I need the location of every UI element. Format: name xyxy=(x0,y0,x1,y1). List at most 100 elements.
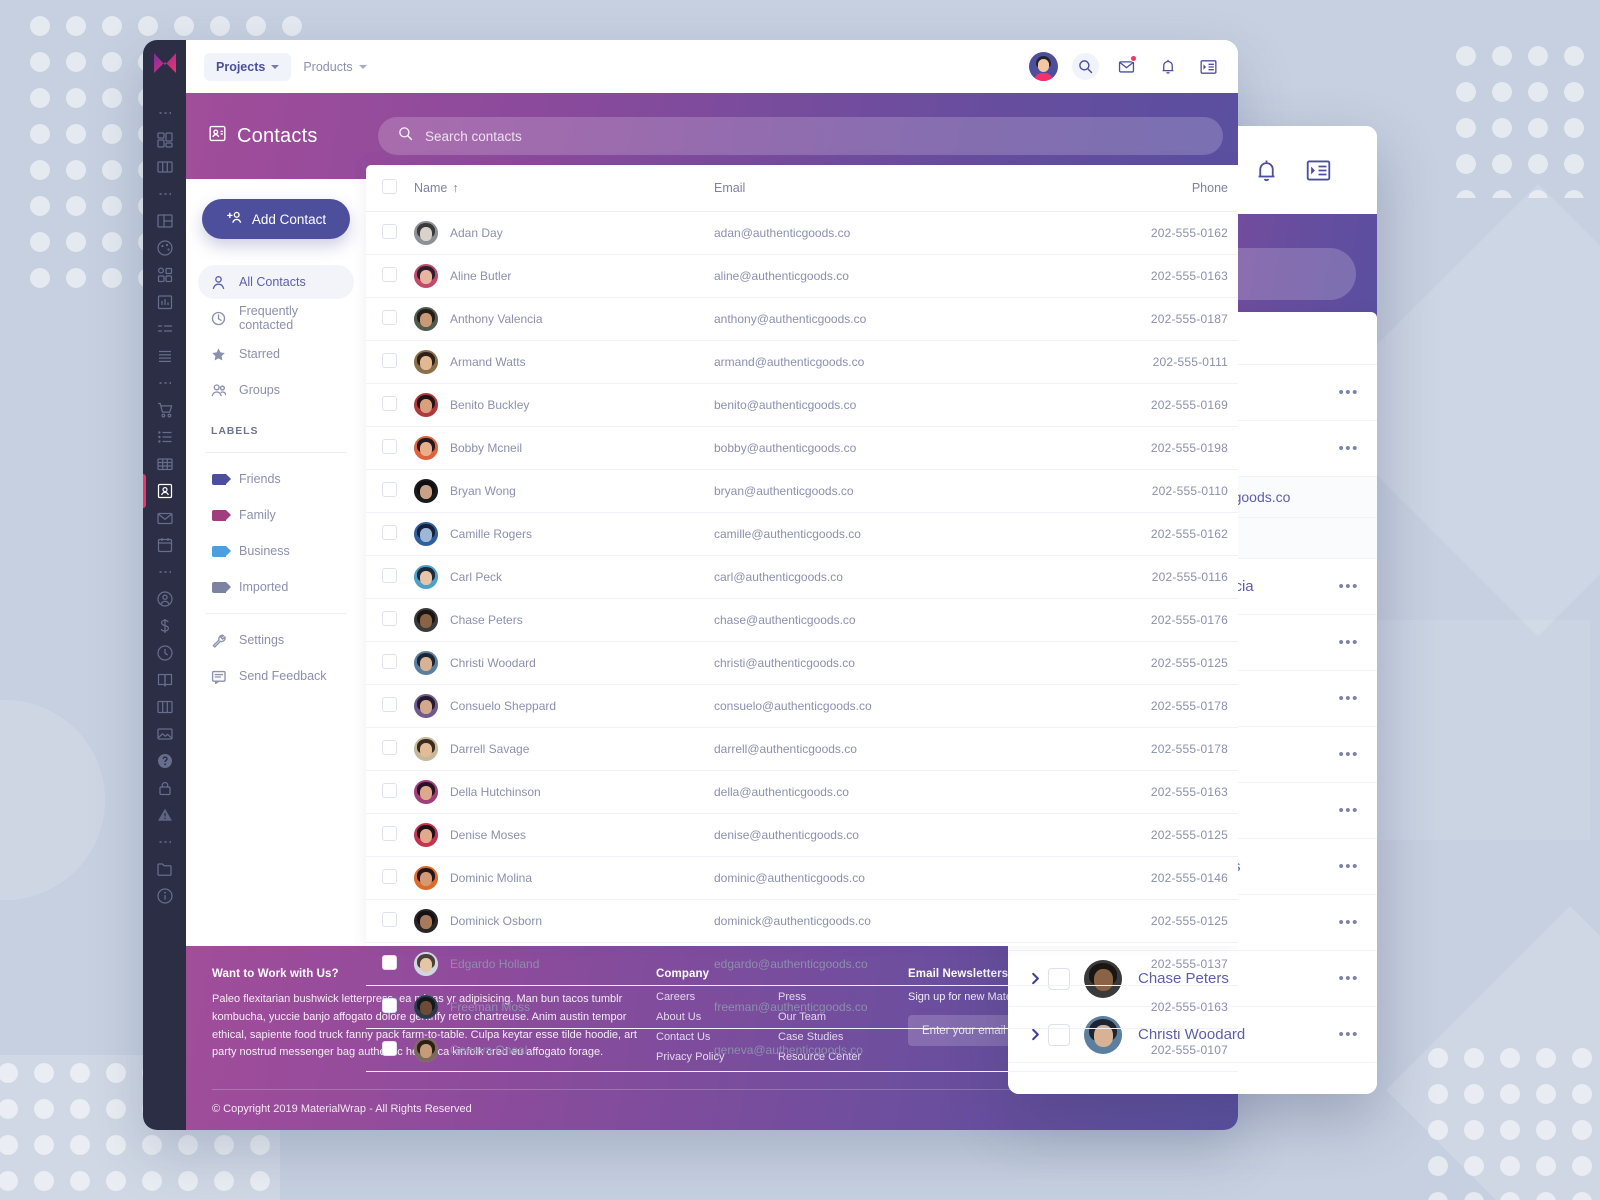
row-overflow-menu-icon[interactable]: ••• xyxy=(1338,858,1359,875)
row-checkbox[interactable] xyxy=(382,826,397,841)
table-row[interactable]: Darrell Savage darrell@authenticgoods.co 2… xyxy=(366,727,1238,771)
lock-icon[interactable] xyxy=(155,778,175,798)
search-contacts-input[interactable]: Search contacts xyxy=(378,117,1223,155)
form-icon[interactable] xyxy=(155,319,175,339)
chart-icon[interactable] xyxy=(155,292,175,312)
row-checkbox[interactable] xyxy=(382,611,397,626)
row-overflow-menu-icon[interactable]: ••• xyxy=(1338,578,1359,595)
table-row[interactable]: Bryan Wong bryan@authenticgoods.co 202-555… xyxy=(366,469,1238,513)
mail-icon[interactable] xyxy=(1113,53,1140,80)
table-row[interactable]: Armand Watts armand@authenticgoods.co 202-… xyxy=(366,340,1238,384)
list-icon[interactable] xyxy=(155,346,175,366)
sidebar-item-groups[interactable]: Groups xyxy=(198,373,354,407)
column-header-email[interactable]: Email xyxy=(714,165,972,212)
panel-collapse-icon[interactable] xyxy=(1303,155,1333,185)
nav-products[interactable]: Products xyxy=(291,53,378,81)
table-row[interactable]: Consuelo Sheppard consuelo@authenticgoods… xyxy=(366,684,1238,728)
warning-icon[interactable] xyxy=(155,805,175,825)
row-checkbox[interactable] xyxy=(382,654,397,669)
row-overflow-menu-icon[interactable]: ••• xyxy=(1338,1026,1359,1043)
table-row[interactable]: Chase Peters chase@authenticgoods.co 202-5… xyxy=(366,598,1238,642)
row-checkbox[interactable] xyxy=(382,869,397,884)
row-overflow-menu-icon[interactable]: ••• xyxy=(1338,746,1359,763)
row-checkbox[interactable] xyxy=(382,955,397,970)
row-checkbox[interactable] xyxy=(382,439,397,454)
row-checkbox[interactable] xyxy=(382,912,397,927)
row-checkbox[interactable] xyxy=(382,525,397,540)
row-checkbox[interactable] xyxy=(382,783,397,798)
panel-collapse-icon[interactable] xyxy=(1195,53,1222,80)
bell-icon[interactable] xyxy=(1251,155,1281,185)
row-overflow-menu-icon[interactable]: ••• xyxy=(1338,802,1359,819)
cart-icon[interactable] xyxy=(155,400,175,420)
table-row[interactable]: Dominic Molina dominic@authenticgoods.co 2… xyxy=(366,856,1238,900)
row-checkbox[interactable] xyxy=(382,482,397,497)
row-checkbox[interactable] xyxy=(382,568,397,583)
dashboard-grid-icon[interactable] xyxy=(155,130,175,150)
table-row[interactable]: Edgardo Holland edgardo@authenticgoods.co… xyxy=(366,942,1238,986)
row-checkbox[interactable] xyxy=(382,740,397,755)
sidebar-label-family[interactable]: Family xyxy=(198,498,354,532)
help-icon[interactable] xyxy=(155,751,175,771)
mail-icon[interactable] xyxy=(155,508,175,528)
sidebar-item-send-feedback[interactable]: Send Feedback xyxy=(198,659,354,693)
table-row[interactable]: Benito Buckley benito@authenticgoods.co 20… xyxy=(366,383,1238,427)
row-checkbox[interactable] xyxy=(382,1041,397,1056)
nav-projects[interactable]: Projects xyxy=(204,52,292,81)
table-row[interactable]: Della Hutchinson della@authenticgoods.co 2… xyxy=(366,770,1238,814)
table-row[interactable]: Anthony Valencia anthony@authenticgoods.c… xyxy=(366,297,1238,341)
select-all-checkbox[interactable] xyxy=(382,179,397,194)
row-overflow-menu-icon[interactable]: ••• xyxy=(1338,440,1359,457)
row-overflow-menu-icon[interactable]: ••• xyxy=(1338,384,1359,401)
layout-icon[interactable] xyxy=(155,211,175,231)
row-overflow-menu-icon[interactable]: ••• xyxy=(1338,634,1359,651)
row-overflow-menu-icon[interactable]: ••• xyxy=(1338,914,1359,931)
materialwrap-logo-icon[interactable] xyxy=(153,52,177,74)
table-row[interactable]: Adan Day adan@authenticgoods.co 202-555-01… xyxy=(366,211,1238,255)
table-row[interactable]: Aline Butler aline@authenticgoods.co 202-5… xyxy=(366,254,1238,298)
row-checkbox[interactable] xyxy=(382,267,397,282)
row-checkbox[interactable] xyxy=(382,224,397,239)
add-contact-button[interactable]: Add Contact xyxy=(202,199,350,239)
table-row[interactable]: Dominick Osborn dominick@authenticgoods.c… xyxy=(366,899,1238,943)
image-icon[interactable] xyxy=(155,724,175,744)
sidebar-item-frequently-contacted[interactable]: Frequently contacted xyxy=(198,301,354,335)
search-icon[interactable] xyxy=(1072,53,1099,80)
table-row[interactable]: Denise Moses denise@authenticgoods.co 202-… xyxy=(366,813,1238,857)
column-header-phone[interactable]: Phone xyxy=(972,165,1238,212)
kanban-icon[interactable] xyxy=(155,697,175,717)
row-checkbox[interactable] xyxy=(382,310,397,325)
widgets-icon[interactable] xyxy=(155,265,175,285)
bell-icon[interactable] xyxy=(1154,53,1181,80)
contacts-icon[interactable] xyxy=(143,474,175,508)
row-overflow-menu-icon[interactable]: ••• xyxy=(1338,690,1359,707)
row-checkbox[interactable] xyxy=(382,396,397,411)
table-list-icon[interactable] xyxy=(155,427,175,447)
sidebar-item-starred[interactable]: Starred xyxy=(198,337,354,371)
sidebar-label-friends[interactable]: Friends xyxy=(198,462,354,496)
table-row[interactable]: Christi Woodard christi@authenticgoods.co… xyxy=(366,641,1238,685)
calendar-icon[interactable] xyxy=(155,535,175,555)
sidebar-label-business[interactable]: Business xyxy=(198,534,354,568)
folder-icon[interactable] xyxy=(155,859,175,879)
table-row[interactable]: Geneva Oneal geneva@authenticgoods.co 202-… xyxy=(366,1028,1238,1072)
sidebar-item-all-contacts[interactable]: All Contacts xyxy=(198,265,354,299)
row-checkbox[interactable] xyxy=(382,697,397,712)
dollar-icon[interactable] xyxy=(155,616,175,636)
info-icon[interactable] xyxy=(155,886,175,906)
table-row[interactable]: Camille Rogers camille@authenticgoods.co 2… xyxy=(366,512,1238,556)
table-row[interactable]: Bobby Mcneil bobby@authenticgoods.co 202-5… xyxy=(366,426,1238,470)
user-circle-icon[interactable] xyxy=(155,589,175,609)
grid-table-icon[interactable] xyxy=(155,454,175,474)
columns-icon[interactable] xyxy=(155,157,175,177)
row-checkbox[interactable] xyxy=(382,998,397,1013)
sidebar-item-settings[interactable]: Settings xyxy=(198,623,354,657)
row-checkbox[interactable] xyxy=(382,353,397,368)
avatar[interactable] xyxy=(1029,52,1058,81)
table-row[interactable]: Freeman Moss freeman@authenticgoods.co 202… xyxy=(366,985,1238,1029)
book-icon[interactable] xyxy=(155,670,175,690)
column-header-name[interactable]: Name ↑ xyxy=(414,165,714,212)
palette-icon[interactable] xyxy=(155,238,175,258)
clock-icon[interactable] xyxy=(155,643,175,663)
row-overflow-menu-icon[interactable]: ••• xyxy=(1338,970,1359,987)
